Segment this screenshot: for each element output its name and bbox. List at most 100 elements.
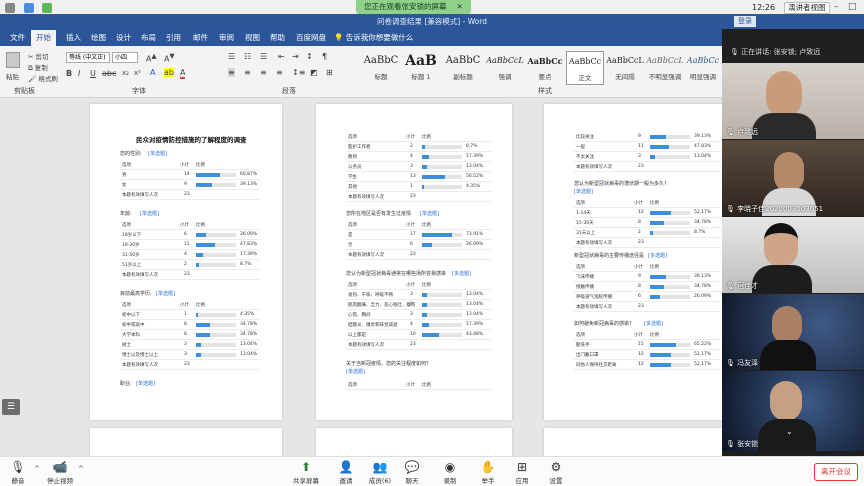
bullets-icon[interactable]: ☰ xyxy=(228,52,235,61)
line-spacing-icon[interactable]: ↕≡ xyxy=(292,68,305,77)
video-tile-5[interactable]: 🎙 张安锁 ⌄ xyxy=(722,371,864,451)
q3-type-link[interactable]: [单选题] xyxy=(156,290,175,297)
q10-type-link[interactable]: [多选题] xyxy=(644,320,663,327)
decrease-indent-icon[interactable]: ⇤ xyxy=(278,52,285,61)
strikethrough-icon[interactable]: abc xyxy=(102,69,116,78)
option-cell: 否 xyxy=(348,243,353,248)
tab-mailings[interactable]: 邮件 xyxy=(193,32,208,43)
tab-baidu-netdisk[interactable]: 百度网盘 xyxy=(296,32,326,43)
participant-4-body xyxy=(760,340,816,370)
q6-type-link[interactable]: [多选题] xyxy=(452,270,471,277)
participants-button[interactable]: 👥 成员(6) xyxy=(362,459,398,485)
style-subtle-emphasis[interactable]: AaBbCcL 不明显强调 xyxy=(646,51,684,85)
q8-type-link[interactable]: [单选题] xyxy=(574,188,593,195)
leave-meeting-button[interactable]: 离开会议 xyxy=(814,463,858,481)
align-left-icon[interactable]: ≡ xyxy=(228,68,235,77)
stop-video-button[interactable]: 📹 停止视频 xyxy=(42,459,78,485)
participant-4-label: 冯友泽 xyxy=(737,359,759,367)
settings-button[interactable]: ⚙ 设置 xyxy=(538,459,574,485)
record-button[interactable]: ◉ 录制 xyxy=(432,459,468,485)
q7-type-link[interactable]: [单选题] xyxy=(346,368,365,375)
font-color-icon[interactable]: A xyxy=(180,68,186,79)
side-panel-handle[interactable]: ☰ xyxy=(2,399,20,415)
video-tile-1[interactable]: 🎙 卢致远 xyxy=(722,63,864,139)
style-normal[interactable]: AaBbCc 正文 xyxy=(566,51,604,85)
tab-home[interactable]: 开始 xyxy=(31,30,56,46)
invite-button[interactable]: 👤 邀请 xyxy=(328,459,364,485)
video-tile-4[interactable]: 🎙 冯友泽 xyxy=(722,294,864,370)
shrink-font-icon[interactable]: A▼ xyxy=(164,52,175,64)
italic-icon[interactable]: I xyxy=(78,69,80,78)
increase-indent-icon[interactable]: ⇥ xyxy=(292,52,299,61)
align-center-icon[interactable]: ≡ xyxy=(244,68,251,77)
style-emphasis[interactable]: AaBbCcL 强调 xyxy=(486,51,524,85)
style-title[interactable]: AaBbC 标题 xyxy=(362,51,400,85)
video-options-chevron-icon[interactable]: ^ xyxy=(78,465,84,473)
style-strong[interactable]: AaBbCc 要点 xyxy=(526,51,564,85)
shading-icon[interactable]: ◩ xyxy=(310,68,318,77)
text-effects-icon[interactable]: A xyxy=(150,68,155,77)
chat-button[interactable]: 💬 聊天 xyxy=(394,459,430,485)
raise-hand-button[interactable]: ✋ 举手 xyxy=(470,459,506,485)
ratio-bar xyxy=(650,221,690,225)
borders-icon[interactable]: ⊞ xyxy=(326,68,333,77)
align-right-icon[interactable]: ≡ xyxy=(260,68,267,77)
justify-icon[interactable]: ≡ xyxy=(276,68,283,77)
ratio-cell: 39.13% xyxy=(240,182,258,187)
q5-rows: 是 17 73.91% 否 6 26.09% xyxy=(346,230,492,250)
q5-type-link[interactable]: [单选题] xyxy=(420,210,439,217)
ratio-cell: 17.39% xyxy=(466,322,484,327)
multilevel-list-icon[interactable]: ☰ xyxy=(260,52,267,61)
font-size-select[interactable]: 小四 xyxy=(112,52,138,63)
banner-close-icon[interactable]: ✕ xyxy=(457,2,463,11)
tab-review[interactable]: 审阅 xyxy=(219,32,234,43)
style-intense-emphasis[interactable]: AaBbCc 明显强调 xyxy=(686,51,720,85)
style-no-spacing[interactable]: AaBbCcL 无间隔 xyxy=(606,51,644,85)
tab-file[interactable]: 文件 xyxy=(10,32,25,43)
underline-icon[interactable]: U xyxy=(90,69,96,78)
q9-type-link[interactable]: [多选题] xyxy=(648,252,667,259)
tab-references[interactable]: 引用 xyxy=(166,32,181,43)
grow-font-icon[interactable]: A▲ xyxy=(146,52,157,64)
tab-insert[interactable]: 插入 xyxy=(66,32,81,43)
speaker-view-button[interactable]: 演讲者视图 xyxy=(784,2,830,14)
table-row: 本题有效填写人次 23 xyxy=(574,162,720,172)
tell-me-search[interactable]: 💡 告诉我你想要做什么 xyxy=(334,32,413,43)
video-tile-2[interactable]: 🎙 李晓子佳2020003003651 xyxy=(722,140,864,216)
participant-2-label: 李晓子佳2020003003651 xyxy=(737,205,824,213)
paste-icon[interactable] xyxy=(6,52,20,68)
tab-view[interactable]: 视图 xyxy=(245,32,260,43)
apps-button[interactable]: ⊞ 应用 xyxy=(504,459,540,485)
style-subtitle[interactable]: AaBbC 副标题 xyxy=(444,51,482,85)
minimize-icon[interactable]: – xyxy=(834,2,839,12)
count-cell: 2 xyxy=(184,262,187,267)
format-painter-button[interactable]: 🖌 格式刷 xyxy=(28,73,58,83)
login-button[interactable]: 登录 xyxy=(734,16,756,27)
option-cell: 女 xyxy=(122,183,127,188)
audio-options-chevron-icon[interactable]: ^ xyxy=(34,465,40,473)
q4-type-link[interactable]: [单选题] xyxy=(136,380,155,387)
paste-button[interactable]: 粘贴 xyxy=(6,71,19,81)
mute-button[interactable]: 🎙 静音 xyxy=(0,459,36,485)
share-screen-button[interactable]: ⬆ 共享屏幕 xyxy=(288,459,324,485)
subscript-icon[interactable]: x₂ xyxy=(122,69,129,77)
highlight-icon[interactable]: ab xyxy=(164,68,174,77)
close-icon[interactable]: □ xyxy=(848,2,857,12)
tab-layout[interactable]: 布局 xyxy=(141,32,156,43)
numbering-icon[interactable]: ☷ xyxy=(244,52,251,61)
copy-button[interactable]: ⧉ 复制 xyxy=(28,62,48,73)
bold-icon[interactable]: B xyxy=(66,69,72,78)
video-tile-3[interactable]: 🎙 宿佳才 xyxy=(722,217,864,293)
tab-design[interactable]: 设计 xyxy=(116,32,131,43)
q2-type-link[interactable]: [单选题] xyxy=(140,210,159,217)
font-name-select[interactable]: 等线 (中文正) xyxy=(66,52,110,63)
sort-icon[interactable]: ↕ xyxy=(306,52,313,61)
superscript-icon[interactable]: x² xyxy=(134,69,141,77)
tab-help[interactable]: 帮助 xyxy=(270,32,285,43)
cut-button[interactable]: ✂ 剪切 xyxy=(28,51,49,61)
style-heading1[interactable]: AaB 标题 1 xyxy=(402,51,440,85)
tab-draw[interactable]: 绘图 xyxy=(91,32,106,43)
chevron-down-icon[interactable]: ⌄ xyxy=(786,427,793,436)
show-marks-icon[interactable]: ¶ xyxy=(322,52,327,61)
q1-type-link[interactable]: [单选题] xyxy=(148,150,167,157)
